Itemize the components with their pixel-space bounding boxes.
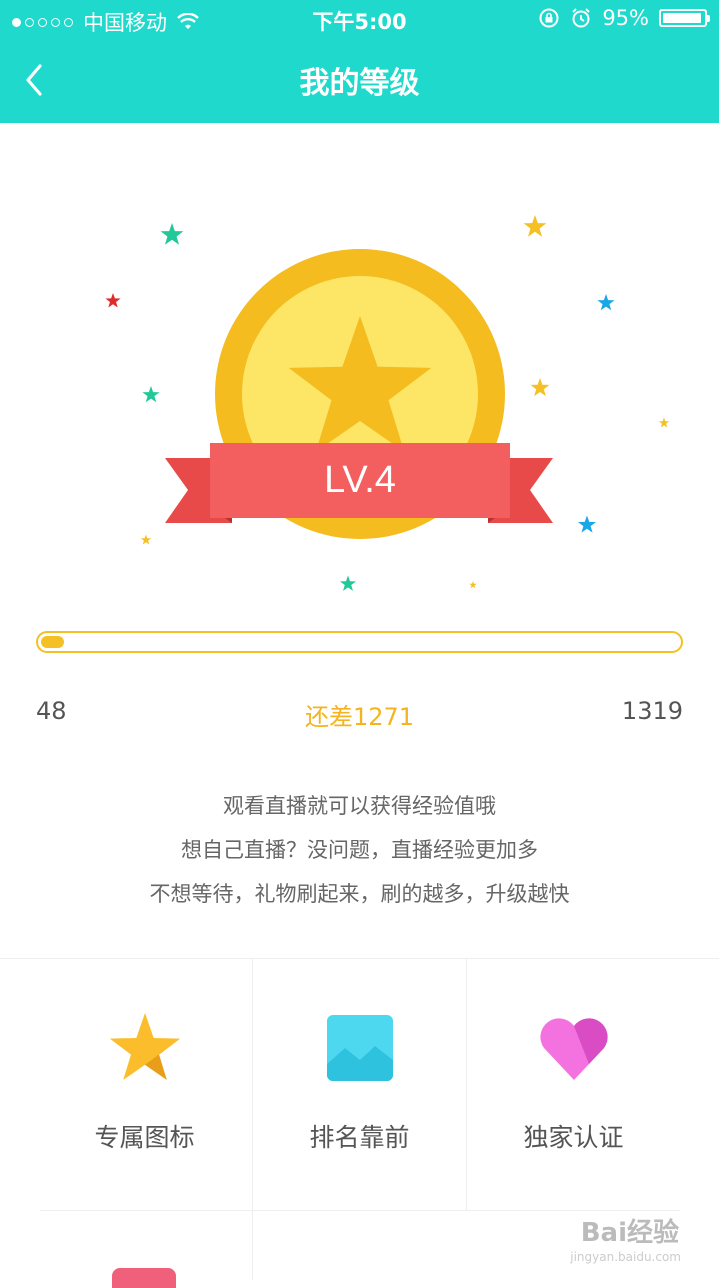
- grid-divider: [40, 1210, 680, 1211]
- privilege-partial-icon[interactable]: [112, 1268, 176, 1288]
- medal-illustration: [105, 215, 670, 591]
- battery-icon: [659, 9, 710, 27]
- status-bar: 中国移动 下午5:00 95%: [0, 0, 719, 40]
- progress-fill: [41, 636, 64, 648]
- level-label: LV.4: [324, 459, 396, 501]
- privilege-label: 独家认证: [523, 1123, 624, 1152]
- watermark-brand: Bai经验: [580, 1218, 679, 1248]
- max-exp: 1319: [621, 697, 683, 725]
- tip-line: 观看直播就可以获得经验值哦: [223, 794, 496, 818]
- page-title: 我的等级: [299, 66, 420, 101]
- watermark-url: jingyan.baidu.com: [570, 1250, 681, 1264]
- level-badge-area: LV.4: [0, 123, 719, 623]
- image-icon: [326, 1015, 393, 1081]
- status-right: 95%: [538, 6, 710, 30]
- privilege-ranking[interactable]: 排名靠前: [252, 958, 467, 1208]
- rotation-lock-icon: [539, 8, 559, 28]
- remaining-exp: 还差1271: [304, 703, 415, 731]
- alarm-icon: [572, 8, 591, 28]
- battery-percent: 95%: [602, 6, 649, 30]
- heart-icon: [539, 1018, 608, 1080]
- privilege-exclusive-icon[interactable]: 专属图标: [37, 958, 252, 1208]
- star-icon: [109, 1013, 180, 1080]
- tip-line: 想自己直播？没问题，直播经验更加多: [181, 838, 538, 862]
- tip-line: 不想等待，礼物刷起来，刷的越多，升级越快: [149, 882, 570, 906]
- privilege-certification[interactable]: 独家认证: [466, 958, 681, 1208]
- experience-progress-bar: [36, 631, 683, 653]
- privilege-label: 排名靠前: [309, 1123, 410, 1152]
- privilege-label: 专属图标: [94, 1123, 195, 1152]
